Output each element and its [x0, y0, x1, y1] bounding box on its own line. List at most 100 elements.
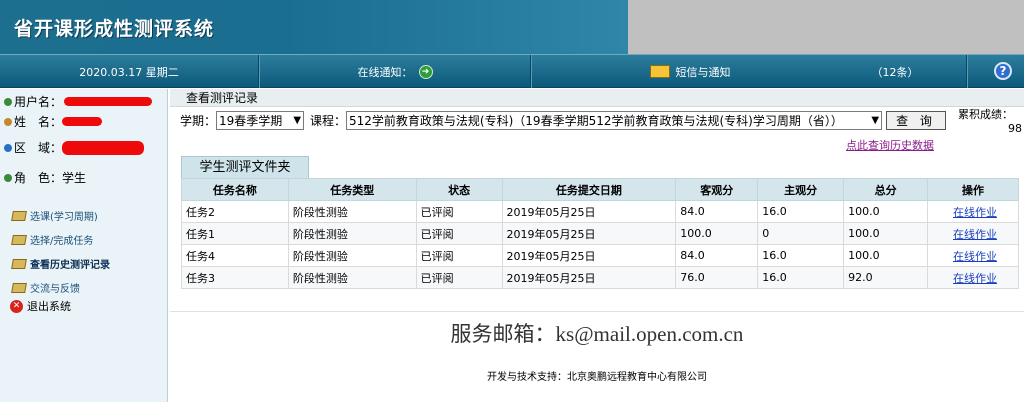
message-count: （12条） [871, 65, 919, 79]
table-cell: 阶段性测验 [287, 222, 417, 245]
table-cell: 2019年05月25日 [501, 266, 677, 289]
redacted-region [62, 140, 145, 155]
table-cell: 在线作业 [927, 244, 1019, 267]
table-row: 任务1 阶段性测验 已评阅 2019年05月25日 100.0 0 100.0 … [181, 222, 1019, 245]
column-header: 主观分 [757, 178, 845, 201]
table-cell: 2019年05月25日 [501, 244, 677, 267]
folder-tab: 学生测评文件夹 [181, 156, 309, 178]
person-icon [4, 117, 12, 126]
column-header: 任务类型 [287, 178, 417, 201]
sidebar-item-complete-task[interactable]: 选择/完成任务 [11, 232, 94, 247]
banner: 省开课形成性测评系统 [0, 0, 628, 54]
role-label: 角 色： [14, 171, 63, 185]
arrow-right-icon[interactable]: ➜ [418, 64, 433, 79]
column-header: 操作 [927, 178, 1019, 201]
filter-row: 学期： 19春季学期 ▼ 课程： 512学前教育政策与法规(专科)（19春季学期… [180, 109, 947, 131]
nav-divider [530, 55, 532, 88]
table-cell: 任务3 [181, 266, 289, 289]
search-button[interactable]: 查 询 [886, 110, 947, 130]
online-homework-link[interactable]: 在线作业 [953, 250, 997, 263]
sidebar-item-feedback[interactable]: 交流与反馈 [11, 280, 80, 295]
close-icon: ✕ [10, 299, 23, 313]
online-homework-link[interactable]: 在线作业 [953, 228, 997, 241]
role-icon [4, 173, 12, 182]
sidebar-item-select-course[interactable]: 选课(学习周期) [11, 208, 98, 223]
online-homework-link[interactable]: 在线作业 [953, 272, 997, 285]
book-icon [11, 282, 27, 293]
sidebar-item-label: 查看历史测评记录 [30, 260, 110, 271]
column-header: 任务提交日期 [501, 178, 677, 201]
table-cell: 84.0 [675, 200, 759, 223]
sidebar-item-label: 选择/完成任务 [30, 236, 94, 247]
course-label: 课程： [310, 113, 347, 128]
semester-value: 19春季学期 [219, 113, 283, 128]
chevron-down-icon: ▼ [871, 114, 880, 126]
table-cell: 100.0 [843, 222, 929, 245]
table-cell: 84.0 [675, 244, 759, 267]
sidebar-item-history[interactable]: 查看历史测评记录 [11, 256, 110, 271]
book-icon [11, 258, 27, 269]
globe-icon [4, 143, 12, 152]
score-label: 累积成绩： [958, 108, 1013, 121]
column-header: 总分 [843, 178, 929, 201]
table-cell: 任务2 [181, 200, 289, 223]
table-cell: 2019年05月25日 [501, 200, 677, 223]
current-date: 2020.03.17 星期二 [79, 65, 179, 79]
sidebar-item-logout[interactable]: ✕ 退出系统 [10, 298, 71, 314]
table-header-row: 任务名称 任务类型 状态 任务提交日期 客观分 主观分 总分 操作 [181, 178, 1019, 201]
table-cell: 100.0 [843, 244, 929, 267]
book-icon [11, 234, 27, 245]
sidebar-item-label: 选课(学习周期) [30, 212, 98, 223]
column-header: 客观分 [675, 178, 759, 201]
history-data-link[interactable]: 点此查询历史数据 [846, 137, 934, 153]
table-cell: 16.0 [757, 266, 845, 289]
table-cell: 阶段性测验 [287, 244, 417, 267]
semester-select[interactable]: 19春季学期 ▼ [216, 110, 305, 130]
role-value: 学生 [62, 171, 87, 185]
table-cell: 任务1 [181, 222, 289, 245]
table-cell: 在线作业 [927, 200, 1019, 223]
semester-label: 学期： [180, 113, 217, 128]
sidebar: 用户名： 姓 名： 区 域： 角 色： 学生 选课(学习周期) 选择/完成任务 … [0, 89, 168, 402]
header-blank-area [628, 0, 1024, 54]
table-cell: 76.0 [675, 266, 759, 289]
user-icon [4, 97, 12, 106]
table-cell: 在线作业 [927, 222, 1019, 245]
table-cell: 92.0 [843, 266, 929, 289]
cumulative-score: 累积成绩： 98 [958, 106, 1022, 135]
top-navbar: 2020.03.17 星期二 在线通知： ➜ 短信与通知 （12条） [0, 54, 1024, 88]
column-header: 状态 [415, 178, 503, 201]
course-value: 512学前教育政策与法规(专科)（19春季学期512学前教育政策与法规(专科)学… [349, 113, 843, 128]
name-field: 姓 名： [4, 113, 103, 130]
course-select[interactable]: 512学前教育政策与法规(专科)（19春季学期512学前教育政策与法规(专科)学… [346, 110, 883, 130]
table-cell: 阶段性测验 [287, 266, 417, 289]
online-notice-button[interactable]: 在线通知： ➜ [320, 55, 470, 88]
page-title: 查看测评记录 [170, 89, 1024, 107]
region-label: 区 域： [14, 141, 63, 155]
table-cell: 任务4 [181, 244, 289, 267]
table-cell: 0 [757, 222, 845, 245]
redacted-user-id [64, 97, 153, 106]
sms-notice-button[interactable]: 短信与通知 [610, 55, 770, 88]
table-cell: 100.0 [675, 222, 759, 245]
help-icon[interactable]: ? [994, 62, 1012, 80]
service-email: 服务邮箱：ks@mail.open.com.cn [450, 322, 744, 346]
name-label: 姓 名： [14, 115, 63, 129]
nav-divider [258, 55, 260, 88]
role-field: 角 色： 学生 [4, 169, 86, 186]
column-header: 任务名称 [181, 178, 289, 201]
task-table: 任务名称 任务类型 状态 任务提交日期 客观分 主观分 总分 操作 任务2 阶段… [181, 178, 1019, 289]
user-id-field: 用户名： [4, 93, 153, 110]
table-cell: 16.0 [757, 200, 845, 223]
score-value: 98 [1008, 122, 1022, 135]
support-credit: 开发与技术支持：北京奥鹏远程教育中心有限公司 [487, 372, 707, 383]
table-cell: 已评阅 [415, 222, 503, 245]
table-row: 任务3 阶段性测验 已评阅 2019年05月25日 76.0 16.0 92.0… [181, 266, 1019, 289]
header: 省开课形成性测评系统 [0, 0, 1024, 54]
book-icon [11, 210, 27, 221]
nav-divider [966, 55, 968, 88]
region-field: 区 域： [4, 139, 145, 156]
table-row: 任务2 阶段性测验 已评阅 2019年05月25日 84.0 16.0 100.… [181, 200, 1019, 223]
online-homework-link[interactable]: 在线作业 [953, 206, 997, 219]
online-notice-label: 在线通知： [357, 65, 413, 79]
